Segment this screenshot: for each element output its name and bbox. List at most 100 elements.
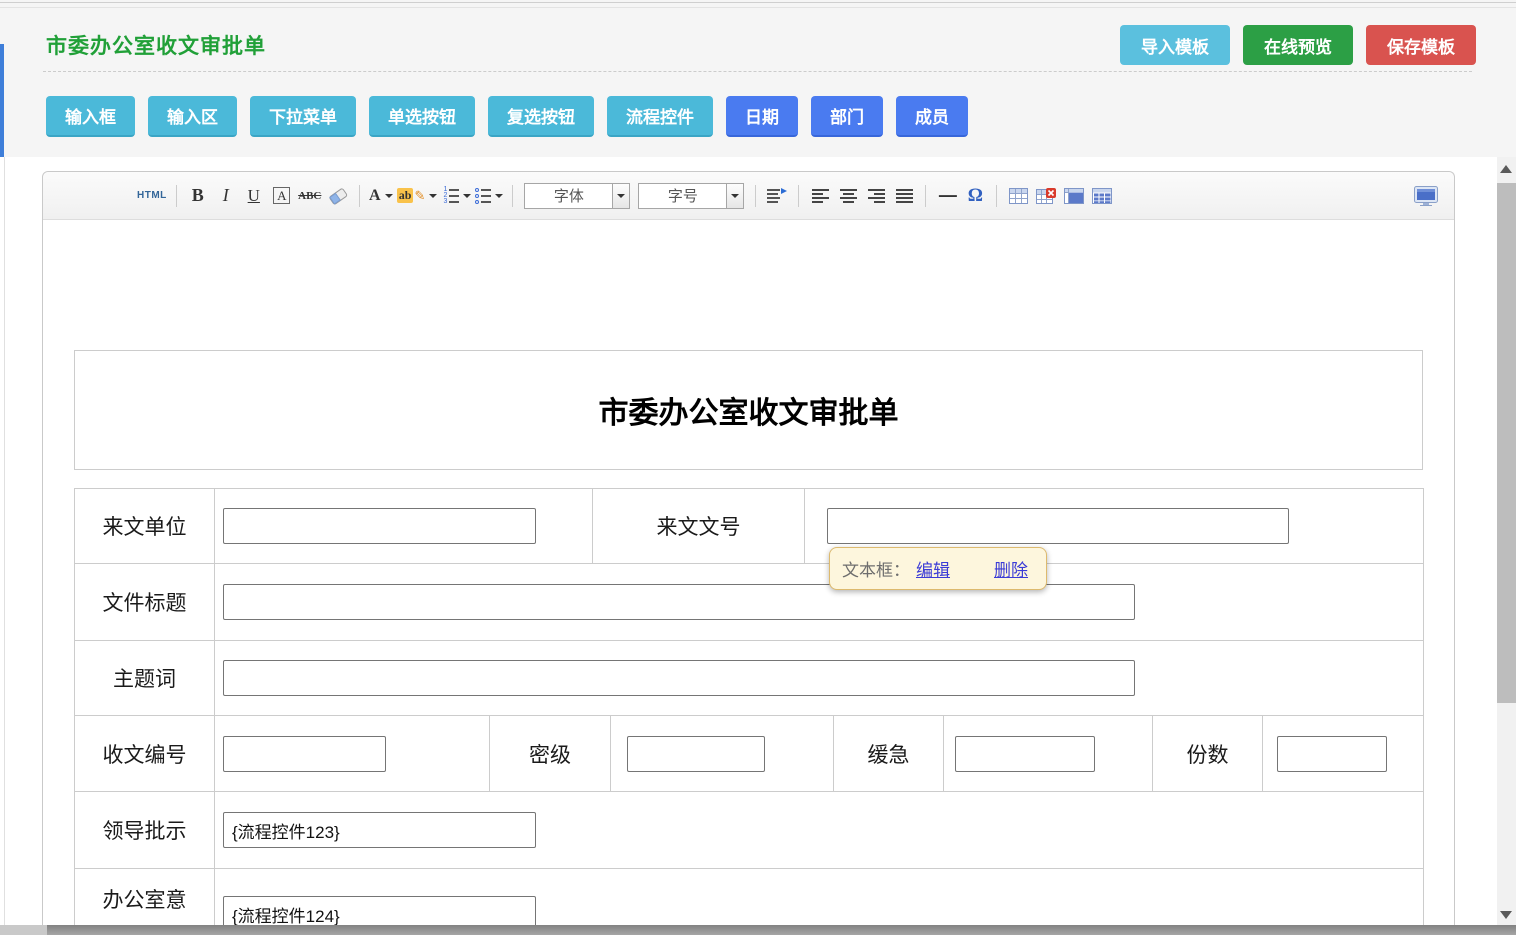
special-char-button[interactable]: Ω (963, 183, 987, 209)
approval-form-table: 来文单位 来文文号 文件标题 主题词 (74, 488, 1424, 935)
subject-words-label: 主题词 (75, 641, 215, 715)
align-left-button[interactable] (808, 183, 832, 209)
source-unit-cell (215, 489, 593, 563)
table-row: 领导批示 (75, 792, 1423, 869)
highlight-ab-glyph: ab (397, 188, 414, 203)
urgency-input[interactable] (955, 736, 1095, 772)
delete-link[interactable]: 删除 (994, 556, 1028, 581)
underline-icon[interactable]: U (242, 183, 266, 209)
save-template-button[interactable]: 保存模板 (1366, 25, 1476, 65)
eraser-glyph (327, 187, 349, 205)
doc-number-input[interactable] (827, 508, 1289, 544)
editor-content[interactable]: 市委办公室收文审批单 来文单位 来文文号 文件标题 主题词 (43, 350, 1454, 935)
font-family-dropdown-button[interactable] (612, 183, 630, 209)
import-template-button[interactable]: 导入模板 (1120, 25, 1230, 65)
chevron-down-icon (429, 194, 437, 198)
subject-words-cell (215, 641, 1423, 715)
secrecy-level-label: 密级 (490, 716, 611, 791)
scrollbar-thumb[interactable] (1497, 183, 1516, 703)
indent-icon (767, 188, 787, 204)
top-edge-line-2 (0, 7, 1516, 8)
fullscreen-button[interactable] (1414, 183, 1438, 209)
table-cell-props-button[interactable] (1062, 183, 1086, 209)
online-preview-button[interactable]: 在线预览 (1243, 25, 1353, 65)
font-size-select[interactable]: 字号 (638, 183, 744, 209)
widget-department-button[interactable]: 部门 (811, 96, 883, 137)
widget-tooltip: 文本框： 编辑 删除 (829, 547, 1047, 590)
font-size-value: 字号 (638, 183, 726, 209)
leader-comments-label: 领导批示 (75, 792, 215, 868)
secrecy-level-cell (611, 716, 834, 791)
widget-flow-control-button[interactable]: 流程控件 (607, 96, 713, 137)
edit-link[interactable]: 编辑 (916, 556, 950, 581)
align-center-button[interactable] (836, 183, 860, 209)
doc-number-label: 来文文号 (593, 489, 805, 563)
doc-title-cell (215, 564, 1423, 640)
widget-member-button[interactable]: 成员 (896, 96, 968, 137)
source-unit-input[interactable] (223, 508, 536, 544)
widget-radio-button[interactable]: 单选按钮 (369, 96, 475, 137)
source-unit-label: 来文单位 (75, 489, 215, 563)
insert-table-button[interactable] (1006, 183, 1030, 209)
align-justify-icon (896, 189, 913, 203)
chevron-down-icon (731, 194, 739, 198)
bullet-list-icon (475, 188, 491, 204)
form-title-box: 市委办公室收文审批单 (74, 350, 1423, 470)
delete-table-icon (1036, 188, 1056, 204)
char-style-icon[interactable]: A (270, 183, 294, 209)
scroll-up-arrow-icon[interactable] (1500, 165, 1512, 173)
align-justify-button[interactable] (892, 183, 916, 209)
editor-toolbar: HTML B I U A ABC A ab ✎ 1 (43, 172, 1454, 220)
highlight-color-button[interactable]: ab ✎ (397, 183, 438, 209)
chevron-down-icon (617, 194, 625, 198)
italic-icon[interactable]: I (214, 183, 238, 209)
widget-checkbox-button[interactable]: 复选按钮 (488, 96, 594, 137)
remove-format-eraser-icon[interactable] (326, 183, 350, 209)
bullet-list-button[interactable] (475, 183, 503, 209)
header-panel: 市委办公室收文审批单 导入模板 在线预览 保存模板 输入框 输入区 下拉菜单 单… (0, 0, 1516, 157)
table-grid-button[interactable] (1090, 183, 1114, 209)
receipt-number-input[interactable] (223, 736, 386, 772)
toolbar-separator (359, 185, 360, 207)
html-source-button[interactable]: HTML (137, 183, 167, 209)
header-divider (43, 71, 1472, 72)
toolbar-separator (996, 185, 997, 207)
font-size-dropdown-button[interactable] (726, 183, 744, 209)
horizontal-rule-button[interactable]: — (935, 183, 959, 209)
align-right-button[interactable] (864, 183, 888, 209)
toolbar-separator (925, 185, 926, 207)
bold-icon[interactable]: B (186, 183, 210, 209)
widget-dropdown-button[interactable]: 下拉菜单 (250, 96, 356, 137)
delete-table-button[interactable] (1034, 183, 1058, 209)
receipt-number-cell (215, 716, 490, 791)
ordered-list-button[interactable]: 1 2 3 (441, 183, 471, 209)
indent-button[interactable] (765, 183, 789, 209)
top-edge-line (0, 2, 1516, 3)
widget-input-box-button[interactable]: 输入框 (46, 96, 135, 137)
widget-date-button[interactable]: 日期 (726, 96, 798, 137)
leader-comments-input[interactable] (223, 812, 536, 848)
header-actions: 导入模板 在线预览 保存模板 (1120, 25, 1476, 65)
align-center-icon (840, 189, 857, 203)
monitor-icon (1414, 186, 1438, 206)
widget-input-area-button[interactable]: 输入区 (148, 96, 237, 137)
toolbar-separator (176, 185, 177, 207)
align-left-icon (812, 189, 829, 203)
toolbar-separator (512, 185, 513, 207)
strikethrough-icon[interactable]: ABC (298, 183, 322, 209)
subject-words-input[interactable] (223, 660, 1135, 696)
table-row: 来文单位 来文文号 (75, 489, 1423, 564)
vertical-scrollbar[interactable] (1497, 157, 1516, 935)
font-family-select[interactable]: 字体 (524, 183, 630, 209)
table-row: 文件标题 (75, 564, 1423, 641)
receipt-number-label: 收文编号 (75, 716, 215, 791)
table-row: 收文编号 密级 缓急 份数 (75, 716, 1423, 792)
copies-input[interactable] (1277, 736, 1387, 772)
secrecy-level-input[interactable] (627, 736, 765, 772)
font-family-value: 字体 (524, 183, 612, 209)
left-blue-strip (0, 44, 4, 157)
font-color-button[interactable]: A (369, 183, 393, 209)
scroll-down-arrow-icon[interactable] (1500, 911, 1512, 919)
urgency-label: 缓急 (834, 716, 944, 791)
left-edge-line (4, 157, 5, 935)
